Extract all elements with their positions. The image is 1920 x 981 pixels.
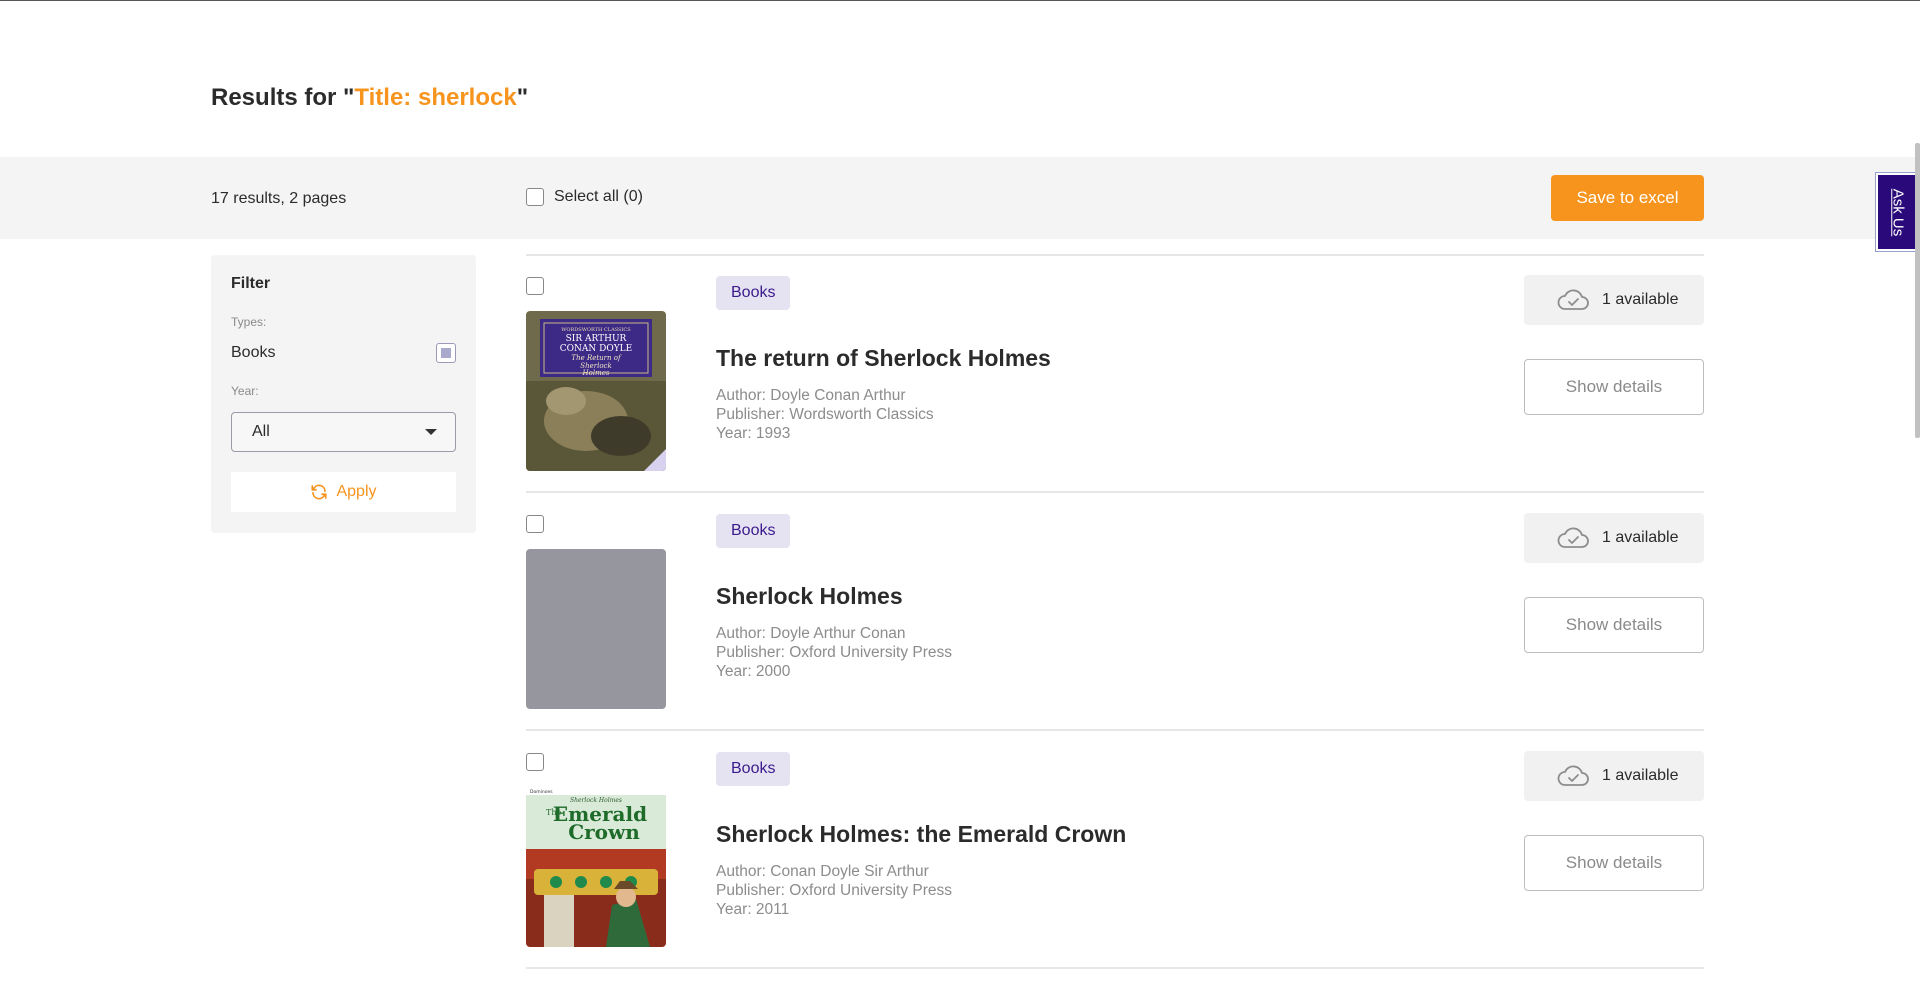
book-publisher: Publisher: Oxford University Press xyxy=(716,882,953,899)
item-divider xyxy=(526,491,1704,493)
book-title[interactable]: The return of Sherlock Holmes xyxy=(716,345,1051,372)
book-author: Author: Conan Doyle Sir Arthur xyxy=(716,863,929,880)
type-option-books[interactable]: Books xyxy=(231,343,456,363)
item-checkbox[interactable] xyxy=(526,277,544,295)
year-select[interactable]: All xyxy=(231,412,456,452)
cloud-check-icon xyxy=(1557,765,1589,786)
cover-series-text: WORDSWORTH CLASSICS xyxy=(561,327,631,333)
book-author: Author: Doyle Arthur Conan xyxy=(716,625,906,642)
cover-brand-text: Dominoes xyxy=(530,789,553,795)
select-all[interactable]: Select all (0) xyxy=(526,188,643,206)
cover-author-line1: SIR ARTHUR xyxy=(566,334,627,344)
availability-badge: 1 available xyxy=(1524,275,1704,325)
book-year: Year: 2000 xyxy=(716,663,791,680)
cover-author-line2: CONAN DOYLE xyxy=(560,344,632,354)
book-publisher: Publisher: Wordsworth Classics xyxy=(716,406,934,423)
availability-text: 1 available xyxy=(1602,529,1679,546)
cover-title-line3: Holmes xyxy=(582,369,610,377)
item-checkbox[interactable] xyxy=(526,753,544,771)
caret-down-icon xyxy=(425,429,437,435)
item-divider xyxy=(526,729,1704,731)
availability-text: 1 available xyxy=(1602,767,1679,784)
results-count: 17 results, 2 pages xyxy=(211,190,347,207)
show-details-button[interactable]: Show details xyxy=(1524,597,1704,653)
ask-us-tab[interactable]: Ask Us xyxy=(1876,173,1920,251)
cloud-check-icon xyxy=(1557,527,1589,548)
year-select-value: All xyxy=(252,423,270,440)
save-to-excel-button[interactable]: Save to excel xyxy=(1551,175,1704,221)
book-author: Author: Doyle Conan Arthur xyxy=(716,387,906,404)
book-title[interactable]: Sherlock Holmes: the Emerald Crown xyxy=(716,821,1126,848)
availability-text: 1 available xyxy=(1602,291,1679,308)
type-badge: Books xyxy=(716,752,791,786)
show-details-button[interactable]: Show details xyxy=(1524,359,1704,415)
book-cover[interactable]: WORDSWORTH CLASSICS SIR ARTHUR CONAN DOY… xyxy=(526,311,666,471)
availability-badge: 1 available xyxy=(1524,751,1704,801)
book-cover[interactable]: Dominoes Sherlock Holmes The Emerald Cro… xyxy=(526,787,666,947)
book-year: Year: 1993 xyxy=(716,425,791,442)
results-query: Title: sherlock xyxy=(354,84,517,111)
scrollbar-thumb[interactable] xyxy=(1915,143,1920,438)
select-all-checkbox[interactable] xyxy=(526,188,544,206)
book-year: Year: 2011 xyxy=(716,901,790,918)
cloud-check-icon xyxy=(1557,289,1589,310)
type-checkbox[interactable] xyxy=(436,343,456,363)
book-cover-placeholder[interactable] xyxy=(526,549,666,709)
show-details-button[interactable]: Show details xyxy=(1524,835,1704,891)
book-publisher: Publisher: Oxford University Press xyxy=(716,644,953,661)
cover-title-line3: Crown xyxy=(568,820,640,844)
item-divider xyxy=(526,967,1704,969)
item-checkbox[interactable] xyxy=(526,515,544,533)
type-badge: Books xyxy=(716,514,791,548)
filter-panel: Filter Types: Books Year: All Apply xyxy=(211,255,476,533)
refresh-icon xyxy=(311,484,328,500)
book-meta: Author: Doyle Conan Arthur Publisher: Wo… xyxy=(716,386,934,443)
top-border xyxy=(0,0,1920,1)
type-badge: Books xyxy=(716,276,791,310)
filter-title: Filter xyxy=(231,275,271,292)
item-divider xyxy=(526,254,1704,256)
results-suffix: " xyxy=(516,84,529,111)
results-prefix: Results for " xyxy=(211,84,355,111)
year-label: Year: xyxy=(231,384,259,398)
types-label: Types: xyxy=(231,315,267,329)
ask-us-label: Ask Us xyxy=(1889,188,1907,236)
select-all-label: Select all (0) xyxy=(554,188,643,205)
book-meta: Author: Conan Doyle Sir Arthur Publisher… xyxy=(716,862,952,919)
cover-title-line1: The Return of xyxy=(571,354,622,362)
results-heading: Results for "Title: sherlock" xyxy=(211,84,528,112)
type-option-label: Books xyxy=(231,344,276,361)
apply-button[interactable]: Apply xyxy=(231,472,456,512)
book-meta: Author: Doyle Arthur Conan Publisher: Ox… xyxy=(716,624,952,681)
availability-badge: 1 available xyxy=(1524,513,1704,563)
book-title[interactable]: Sherlock Holmes xyxy=(716,583,903,610)
apply-label: Apply xyxy=(336,483,377,500)
